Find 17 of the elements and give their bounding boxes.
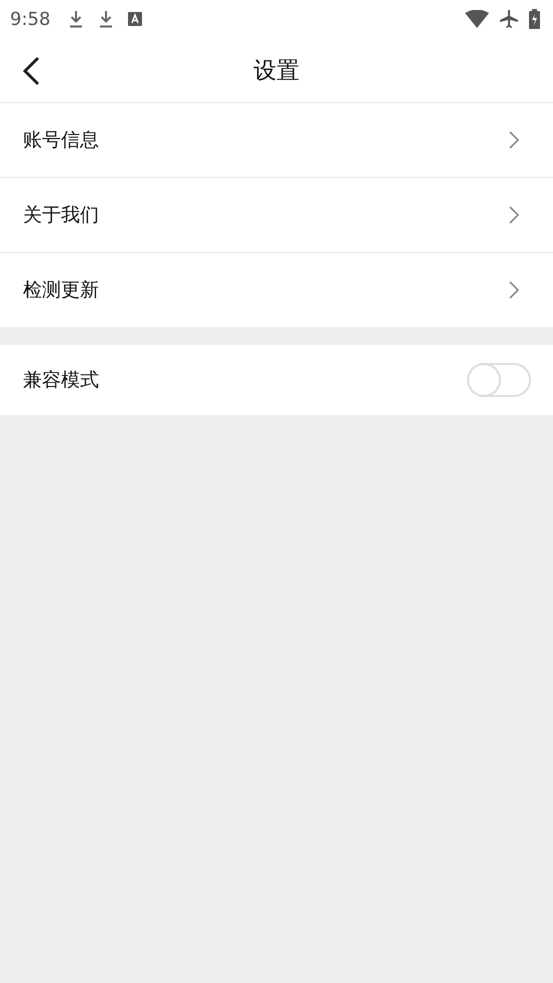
- back-icon: [22, 56, 40, 86]
- download-icon: [98, 10, 114, 28]
- toggle-switch[interactable]: [467, 363, 531, 397]
- page-title: 设置: [254, 56, 300, 86]
- airplane-icon: [499, 9, 519, 29]
- chevron-icon: [509, 206, 519, 224]
- chevron-icon: [509, 281, 519, 299]
- download-icon: [68, 10, 84, 28]
- setting-label: 兼容模式: [23, 368, 99, 393]
- settings-item[interactable]: 账号信息: [0, 103, 553, 178]
- wifi-icon: [465, 10, 489, 28]
- chevron-icon: [509, 131, 519, 149]
- settings-item[interactable]: 关于我们: [0, 178, 553, 253]
- app-icon: [128, 12, 142, 26]
- battery-icon: [529, 9, 540, 29]
- status-time: 9:58: [10, 8, 50, 30]
- settings-item[interactable]: 检测更新: [0, 253, 553, 327]
